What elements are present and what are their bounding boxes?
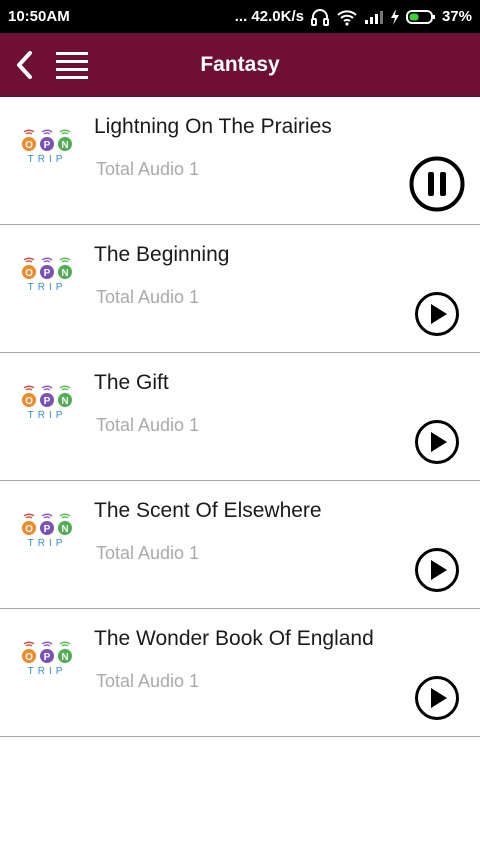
opntrip-logo: O P N TRIP [21,251,73,293]
app-bar: Fantasy [0,33,480,97]
play-icon [414,419,460,465]
list-item[interactable]: O P N TRIP The Wonder Book Of England Total A… [0,609,480,737]
pause-button[interactable] [408,155,466,213]
list-item[interactable]: O P N TRIP The Gift Total Audio 1 [0,353,480,481]
svg-text:P: P [44,524,51,535]
play-button[interactable] [413,674,461,722]
play-button[interactable] [413,546,461,594]
menu-icon [56,52,88,79]
svg-text:N: N [61,524,68,535]
network-speed: ... 42.0K/s [234,8,304,25]
pause-icon [409,156,465,212]
svg-text:P: P [44,268,51,279]
signal-icon [364,9,384,25]
play-button[interactable] [413,418,461,466]
item-subtitle: Total Audio 1 [96,287,200,307]
menu-button[interactable] [54,49,90,81]
list-item[interactable]: O P N TRIP The Scent Of Elsewhere Total Audio… [0,481,480,609]
charging-icon [390,8,400,25]
list-item[interactable]: O P N TRIP The Beginning Total Audio 1 [0,225,480,353]
svg-text:N: N [61,652,68,663]
list-item[interactable]: O P N TRIP Lightning On The Prairies Total Au… [0,97,480,225]
svg-text:TRIP: TRIP [28,410,67,421]
play-icon [414,675,460,721]
status-bar: 10:50AM ... 42.0K/s 37% [0,0,480,33]
back-button[interactable] [10,49,38,81]
svg-text:O: O [25,396,33,407]
svg-text:P: P [44,652,51,663]
item-title: The Gift [94,371,169,394]
battery-percent: 37% [441,8,472,25]
svg-text:O: O [25,268,33,279]
item-title: The Beginning [94,243,230,266]
status-icons: ... 42.0K/s 37% [235,8,472,26]
item-title: Lightning On The Prairies [94,115,332,138]
svg-text:N: N [61,140,68,151]
item-subtitle: Total Audio 1 [96,543,200,563]
item-title: The Scent Of Elsewhere [94,499,322,522]
item-subtitle: Total Audio 1 [96,159,200,179]
svg-text:O: O [25,140,33,151]
wifi-icon [336,8,358,26]
svg-text:N: N [61,268,68,279]
opntrip-logo: O P N TRIP [21,379,73,421]
headphones-icon [310,8,330,26]
svg-text:TRIP: TRIP [28,538,67,549]
audio-list: O P N TRIP Lightning On The Prairies Total Au… [0,97,480,737]
opntrip-logo: O P N TRIP [21,123,73,165]
svg-text:O: O [25,524,33,535]
battery-icon [405,9,436,25]
svg-text:P: P [44,396,51,407]
item-subtitle: Total Audio 1 [96,671,200,691]
svg-text:P: P [44,140,51,151]
svg-text:TRIP: TRIP [28,666,67,677]
play-icon [414,291,460,337]
opntrip-logo: O P N TRIP [21,635,73,677]
status-time: 10:50AM [8,8,70,25]
item-subtitle: Total Audio 1 [96,415,200,435]
svg-text:N: N [61,396,68,407]
back-icon [17,51,32,79]
svg-text:TRIP: TRIP [28,282,67,293]
opntrip-logo: O P N TRIP [21,507,73,549]
play-button[interactable] [413,290,461,338]
play-icon [414,547,460,593]
item-title: The Wonder Book Of England [94,627,374,650]
svg-text:O: O [25,652,33,663]
svg-text:TRIP: TRIP [28,154,67,165]
